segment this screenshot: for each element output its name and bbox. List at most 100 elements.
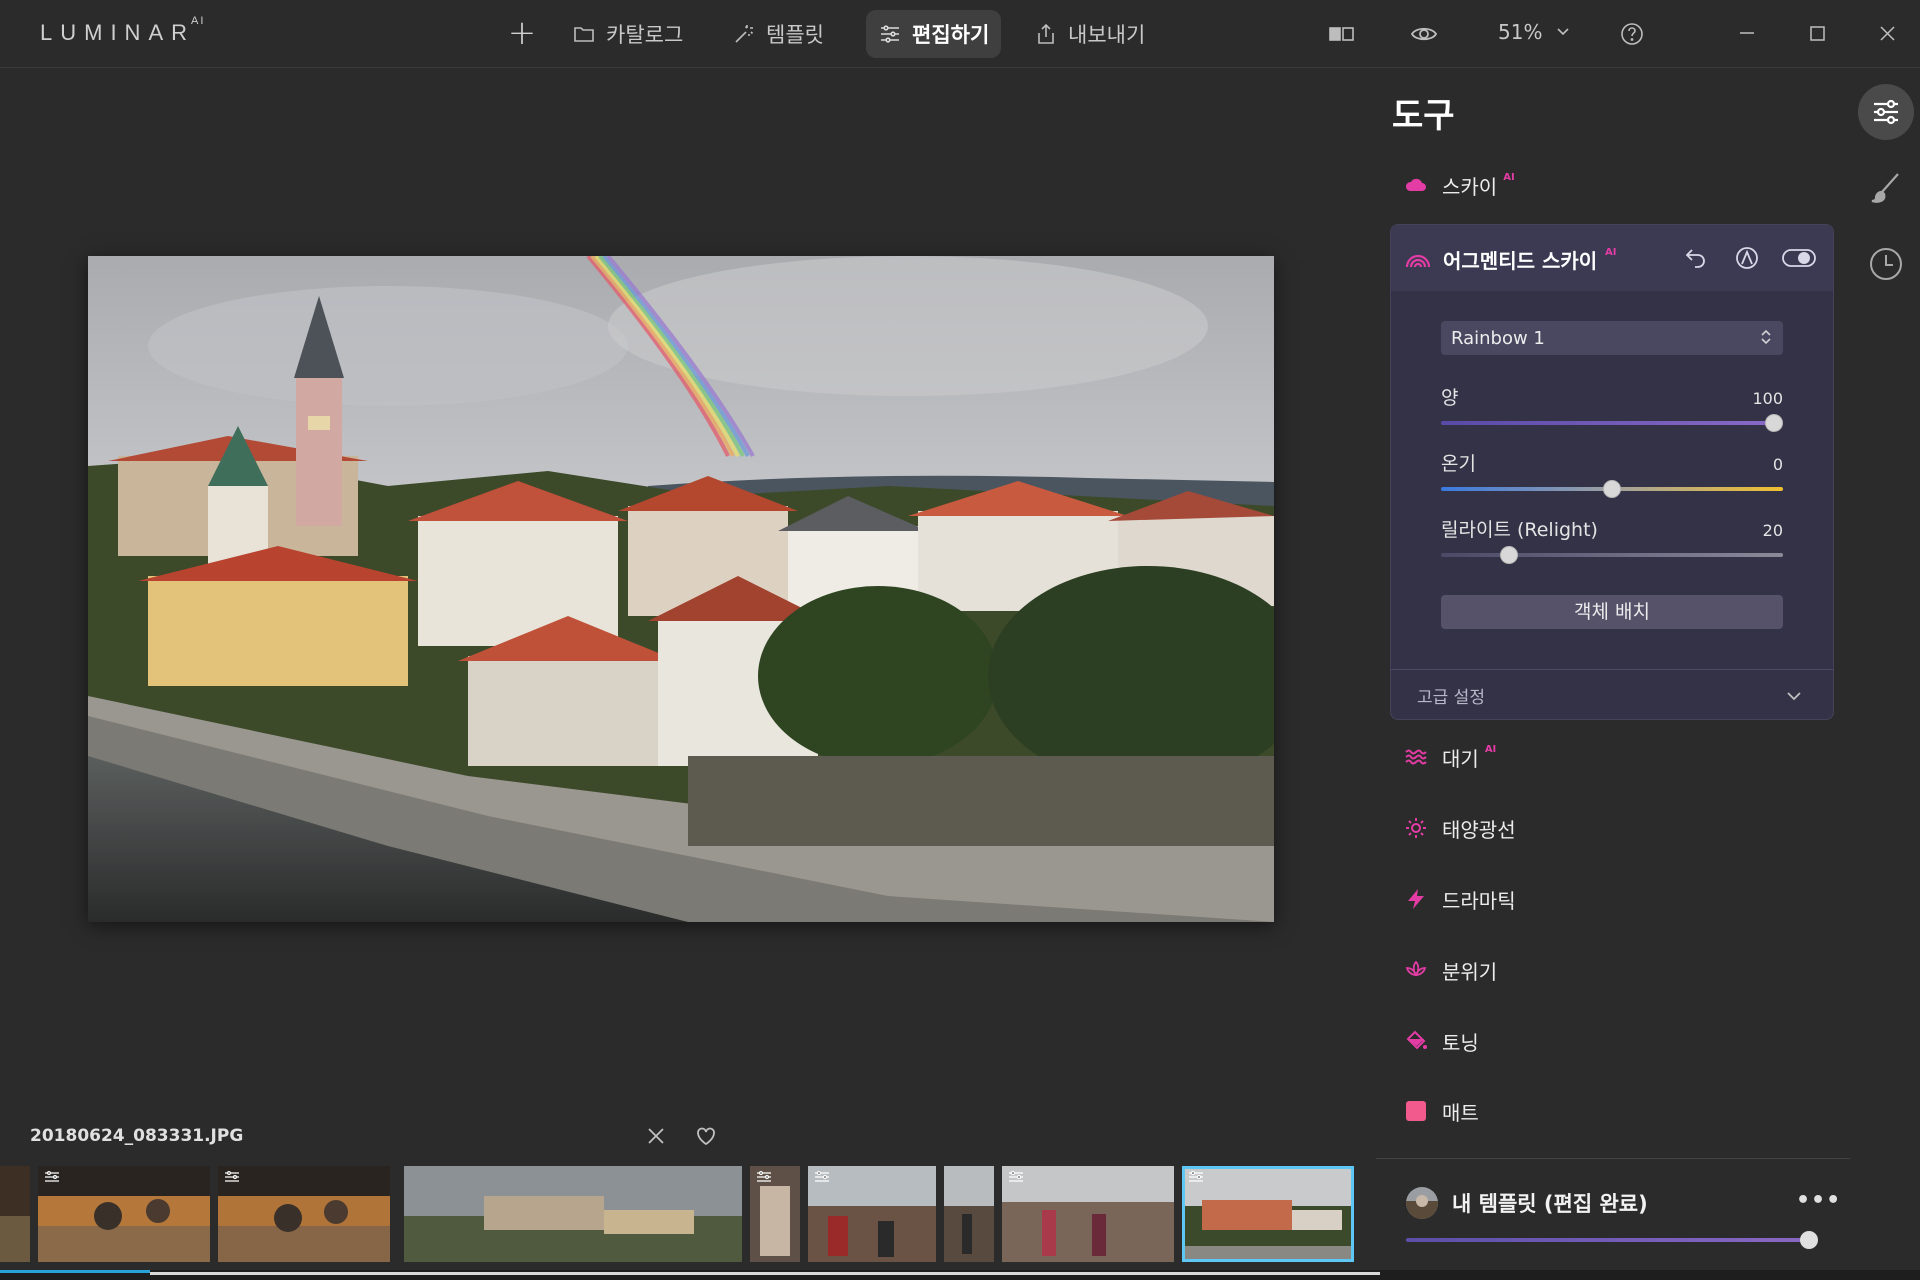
- tab-catalog[interactable]: 카탈로그: [560, 10, 695, 58]
- magic-wand-icon: [735, 25, 754, 43]
- matte-square-icon: [1406, 1101, 1426, 1121]
- file-name: 20180624_083331.JPG: [30, 1126, 244, 1146]
- template-label: 내 템플릿 (편집 완료): [1452, 1192, 1648, 1216]
- tab-edit[interactable]: 편집하기: [866, 10, 1002, 58]
- augmented-sky-header[interactable]: 어그멘티드 스카이 AI: [1391, 225, 1833, 291]
- paint-bucket-icon: [1406, 1030, 1427, 1050]
- edited-mark-icon: [1009, 1171, 1023, 1182]
- tool-atmosphere[interactable]: 대기 AI: [1404, 737, 1496, 777]
- filmstrip-thumbnail-selected[interactable]: [1182, 1166, 1354, 1262]
- zoom-dropdown[interactable]: 51%: [1498, 20, 1570, 44]
- tools-panel-button[interactable]: [1858, 84, 1914, 140]
- tool-matte[interactable]: 매트: [1404, 1091, 1479, 1131]
- tool-sky-label: 스카이: [1442, 174, 1498, 199]
- close-icon[interactable]: [1872, 18, 1902, 48]
- tool-toning[interactable]: 토닝: [1404, 1021, 1479, 1061]
- tool-dramatic[interactable]: 드라마틱: [1404, 879, 1516, 919]
- amount-label: 양: [1441, 387, 1459, 409]
- tab-templates-label: 템플릿: [766, 23, 824, 47]
- zoom-level: 51%: [1498, 20, 1543, 44]
- tool-mood[interactable]: 분위기: [1404, 950, 1497, 990]
- divider: [1376, 1158, 1850, 1159]
- warmth-slider-knob[interactable]: [1603, 480, 1621, 498]
- panel-title: 도구: [1392, 96, 1455, 136]
- edited-mark-icon: [815, 1171, 829, 1182]
- photo-canvas[interactable]: [88, 256, 1274, 922]
- edited-mark-icon: [45, 1171, 59, 1182]
- template-amount-slider[interactable]: [1406, 1238, 1810, 1242]
- place-object-button[interactable]: 객체 배치: [1441, 595, 1783, 629]
- lightning-icon: [1408, 889, 1424, 909]
- relight-slider-knob[interactable]: [1500, 546, 1519, 564]
- edited-photo: [88, 256, 1274, 922]
- maximize-icon[interactable]: [1802, 18, 1832, 48]
- help-icon[interactable]: [1618, 20, 1646, 48]
- ai-badge: AI: [1605, 247, 1617, 258]
- toggle-visibility-icon[interactable]: [1781, 245, 1817, 271]
- ai-badge: AI: [1484, 743, 1497, 755]
- ai-badge: AI: [1503, 171, 1515, 183]
- cloud-icon: [1405, 178, 1426, 191]
- tab-export[interactable]: 내보내기: [1022, 10, 1157, 58]
- warmth-value: 0: [1772, 455, 1783, 474]
- filmstrip-thumbnail[interactable]: [0, 1166, 30, 1262]
- filmstrip: [0, 1164, 1360, 1264]
- amount-slider-knob[interactable]: [1765, 414, 1783, 432]
- sky-preset-select[interactable]: Rainbow 1: [1441, 321, 1783, 355]
- compare-icon[interactable]: [1328, 20, 1356, 48]
- template-thumbnail: [1406, 1187, 1438, 1219]
- mask-icon[interactable]: [1733, 245, 1761, 271]
- tool-matte-label: 매트: [1442, 1100, 1479, 1125]
- chevron-down-icon: [1557, 28, 1570, 36]
- amount-value: 100: [1752, 389, 1783, 408]
- heart-icon[interactable]: [694, 1124, 718, 1148]
- eye-icon[interactable]: [1410, 20, 1438, 48]
- divider: [1391, 669, 1833, 670]
- filmstrip-thumbnail[interactable]: [404, 1166, 742, 1262]
- tool-sun-rays-label: 태양광선: [1442, 817, 1516, 842]
- more-options-icon[interactable]: •••: [1796, 1188, 1841, 1213]
- warmth-label: 온기: [1441, 453, 1476, 475]
- relight-label: 릴라이트 (Relight): [1441, 519, 1598, 541]
- amount-slider[interactable]: [1441, 421, 1783, 425]
- updown-chevron-icon: [1761, 329, 1771, 345]
- taskbar-edge: [0, 1270, 1920, 1280]
- history-clock-icon[interactable]: [1868, 246, 1904, 282]
- brush-icon[interactable]: [1868, 170, 1904, 206]
- tab-edit-label: 편집하기: [912, 23, 990, 47]
- tab-templates[interactable]: 템플릿: [720, 10, 836, 58]
- minimize-icon[interactable]: [1732, 18, 1762, 48]
- sky-preset-value: Rainbow 1: [1451, 327, 1545, 349]
- filmstrip-thumbnail[interactable]: [38, 1166, 210, 1262]
- app-logo: LUMINARAI: [40, 14, 206, 45]
- sun-rays-icon: [1406, 818, 1426, 838]
- lotus-icon: [1405, 960, 1427, 977]
- tool-sun-rays[interactable]: 태양광선: [1404, 808, 1516, 848]
- add-photos-button[interactable]: +: [504, 16, 540, 52]
- filmstrip-thumbnail[interactable]: [808, 1166, 936, 1262]
- augmented-sky-title: 어그멘티드 스카이: [1443, 249, 1598, 273]
- tab-catalog-label: 카탈로그: [606, 23, 684, 47]
- tool-dramatic-label: 드라마틱: [1442, 888, 1516, 913]
- edited-mark-icon: [757, 1171, 771, 1182]
- folder-icon: [574, 27, 594, 42]
- chevron-down-icon[interactable]: [1785, 687, 1803, 705]
- filmstrip-thumbnail[interactable]: [1002, 1166, 1174, 1262]
- rainbow-icon: [1405, 254, 1431, 268]
- tool-sky[interactable]: 스카이 AI: [1404, 165, 1515, 205]
- template-amount-knob[interactable]: [1800, 1231, 1818, 1249]
- advanced-settings-label[interactable]: 고급 설정: [1417, 683, 1485, 708]
- filmstrip-thumbnail[interactable]: [218, 1166, 390, 1262]
- tab-export-label: 내보내기: [1068, 23, 1146, 47]
- reject-icon[interactable]: [644, 1124, 668, 1148]
- atmosphere-icon: [1405, 749, 1427, 765]
- undo-icon[interactable]: [1683, 245, 1711, 271]
- relight-slider[interactable]: [1441, 553, 1783, 557]
- tool-mood-label: 분위기: [1442, 959, 1498, 984]
- share-icon: [1038, 23, 1054, 44]
- edited-mark-icon: [225, 1171, 239, 1182]
- augmented-sky-panel: 어그멘티드 스카이 AI Rainbow 1 양 100 온기 0 릴라이트 (…: [1390, 224, 1834, 720]
- filmstrip-thumbnail[interactable]: [750, 1166, 800, 1262]
- template-row[interactable]: 내 템플릿 (편집 완료): [1406, 1186, 1648, 1220]
- filmstrip-thumbnail[interactable]: [944, 1166, 994, 1262]
